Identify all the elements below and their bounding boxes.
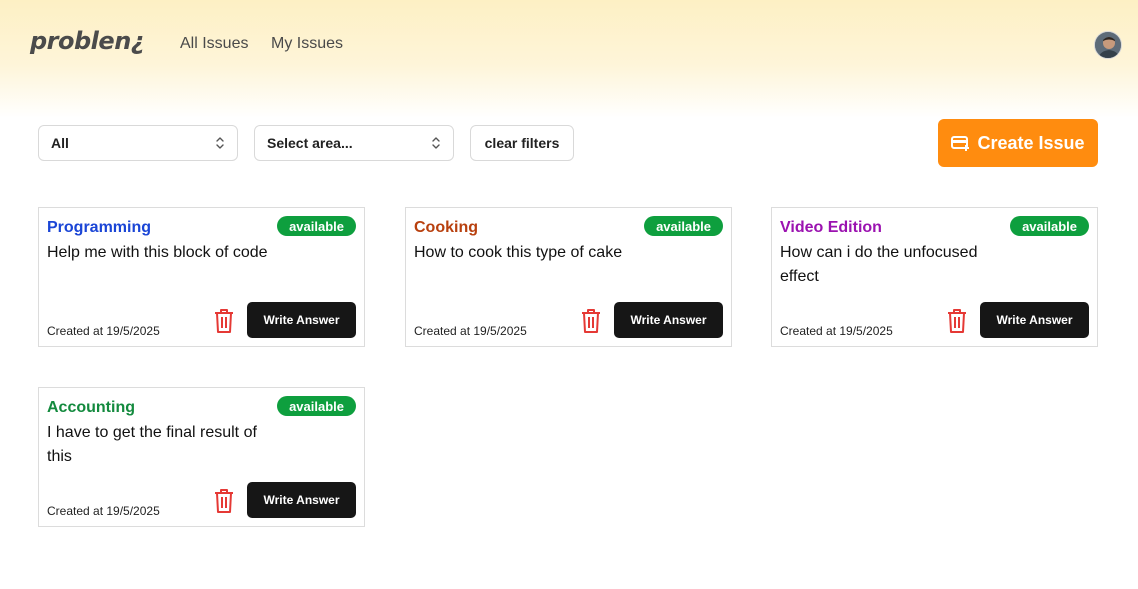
nav-all-issues[interactable]: All Issues: [180, 35, 248, 53]
created-date: Created at 19/5/2025: [47, 324, 160, 338]
created-date: Created at 19/5/2025: [780, 324, 893, 338]
created-date: Created at 19/5/2025: [47, 504, 160, 518]
status-select[interactable]: All: [38, 125, 238, 161]
issue-category: Video Edition: [780, 219, 882, 236]
trash-icon[interactable]: [212, 488, 236, 514]
user-avatar[interactable]: [1094, 31, 1122, 59]
app-logo[interactable]: problen¿: [30, 27, 145, 55]
nav-my-issues[interactable]: My Issues: [271, 35, 343, 53]
status-badge: available: [1010, 216, 1089, 236]
write-answer-button[interactable]: Write Answer: [247, 482, 356, 518]
write-answer-button[interactable]: Write Answer: [247, 302, 356, 338]
create-issue-label: Create Issue: [977, 132, 1085, 153]
trash-icon[interactable]: [579, 308, 603, 334]
write-answer-button[interactable]: Write Answer: [980, 302, 1089, 338]
chevron-up-down-icon: [216, 137, 224, 149]
status-badge: available: [277, 216, 356, 236]
issue-card: Accounting available I have to get the f…: [38, 387, 365, 527]
create-card-icon: [951, 136, 970, 151]
write-answer-button[interactable]: Write Answer: [614, 302, 723, 338]
clear-filters-button[interactable]: clear filters: [470, 125, 574, 161]
issue-title: I have to get the final result of this: [47, 424, 257, 465]
issue-title: Help me with this block of code: [47, 244, 268, 261]
issue-title: How can i do the unfocused effect: [780, 244, 978, 285]
issue-category: Accounting: [47, 399, 135, 416]
chevron-up-down-icon: [432, 137, 440, 149]
status-select-value: All: [51, 135, 69, 151]
create-issue-button[interactable]: Create Issue: [938, 119, 1098, 167]
issue-card: Programming available Help me with this …: [38, 207, 365, 347]
issue-category: Cooking: [414, 219, 478, 236]
issue-card: Cooking available How to cook this type …: [405, 207, 732, 347]
issue-category: Programming: [47, 219, 152, 236]
status-badge: available: [277, 396, 356, 416]
trash-icon[interactable]: [945, 308, 969, 334]
area-select-placeholder: Select area...: [267, 135, 353, 151]
trash-icon[interactable]: [212, 308, 236, 334]
top-navbar: problen¿ All Issues My Issues: [0, 0, 1138, 88]
area-select[interactable]: Select area...: [254, 125, 454, 161]
issue-title: How to cook this type of cake: [414, 244, 623, 261]
issue-card: Video Edition available How can i do the…: [771, 207, 1098, 347]
created-date: Created at 19/5/2025: [414, 324, 527, 338]
status-badge: available: [644, 216, 723, 236]
avatar-photo-icon: [1095, 32, 1121, 58]
